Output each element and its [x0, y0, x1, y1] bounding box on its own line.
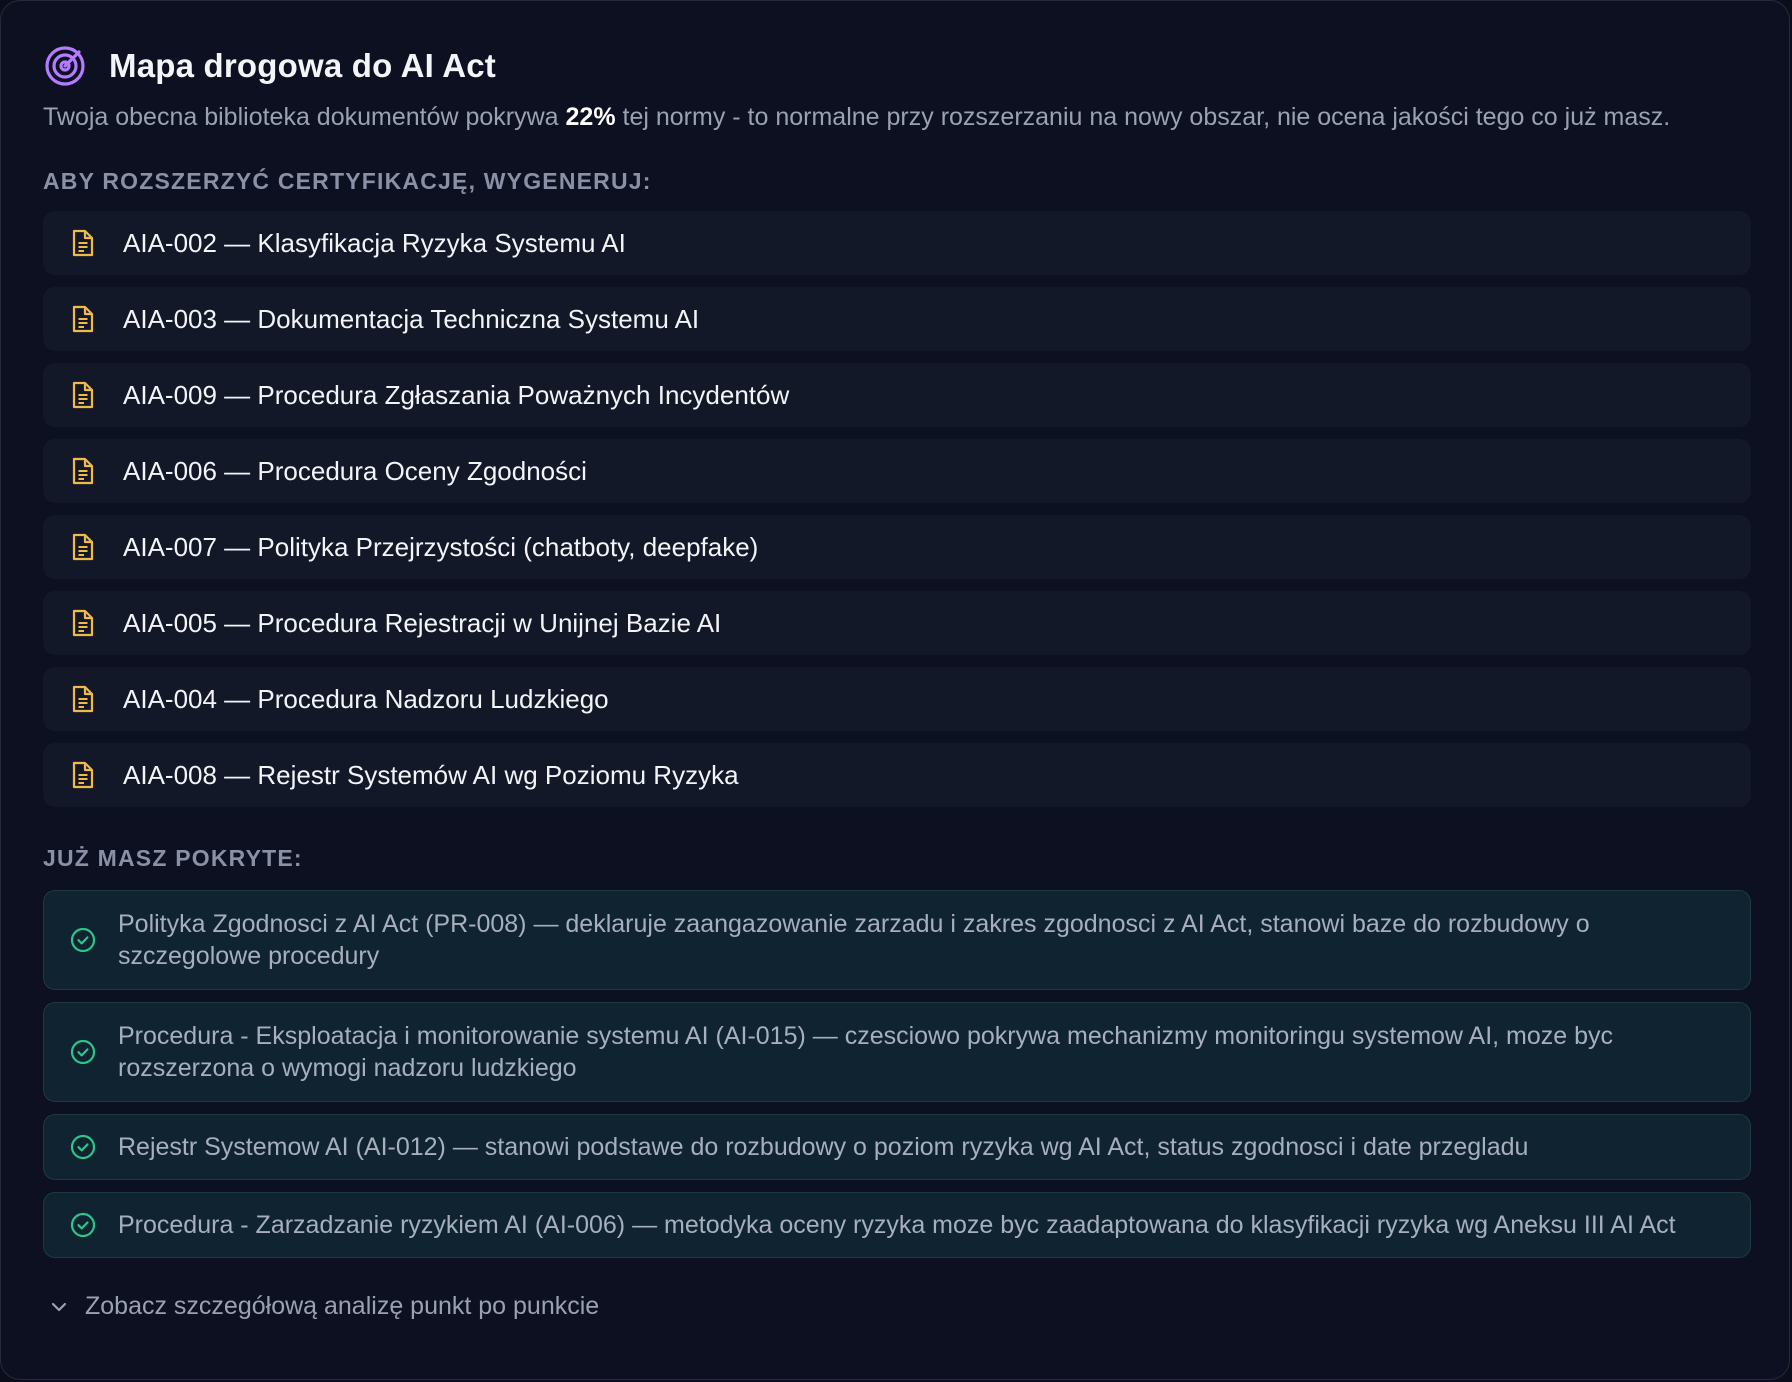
coverage-summary: Twoja obecna biblioteka dokumentów pokry…: [43, 103, 1747, 132]
list-item[interactable]: AIA-007 — Polityka Przejrzystości (chatb…: [43, 515, 1751, 579]
list-item-label: Rejestr Systemow AI (AI-012) — stanowi p…: [118, 1133, 1529, 1161]
todo-section-label: ABY ROZSZERZYĆ CERTYFIKACJĘ, WYGENERUJ:: [43, 168, 652, 194]
covered-list: Polityka Zgodnosci z AI Act (PR-008) — d…: [43, 890, 1751, 1258]
list-item-label: Procedura - Zarzadzanie ryzykiem AI (AI-…: [118, 1211, 1676, 1239]
list-item-label: AIA-003 — Dokumentacja Techniczna System…: [123, 303, 700, 334]
list-item: Procedura - Zarzadzanie ryzykiem AI (AI-…: [43, 1192, 1751, 1258]
expand-details-label: Zobacz szczegółową analizę punkt po punk…: [85, 1292, 600, 1320]
list-item[interactable]: AIA-002 — Klasyfikacja Ryzyka Systemu AI: [43, 211, 1751, 275]
document-icon: [67, 303, 99, 335]
list-item[interactable]: AIA-008 — Rejestr Systemów AI wg Poziomu…: [43, 743, 1751, 807]
list-item-label: AIA-004 — Procedura Nadzoru Ludzkiego: [123, 683, 609, 714]
list-item-label: AIA-005 — Procedura Rejestracji w Unijne…: [123, 607, 722, 638]
list-item: Polityka Zgodnosci z AI Act (PR-008) — d…: [43, 890, 1751, 990]
list-item-label: AIA-006 — Procedura Oceny Zgodności: [123, 455, 587, 486]
coverage-percent: 22%: [565, 103, 616, 131]
page-title: Mapa drogowa do AI Act: [109, 47, 496, 84]
radar-target-icon: [43, 44, 87, 88]
document-icon: [67, 531, 99, 563]
document-icon: [67, 759, 99, 791]
list-item[interactable]: AIA-009 — Procedura Zgłaszania Poważnych…: [43, 363, 1751, 427]
document-icon: [67, 379, 99, 411]
document-icon: [67, 227, 99, 259]
card-header: Mapa drogowa do AI Act: [43, 43, 1747, 89]
document-icon: [67, 455, 99, 487]
document-icon: [67, 683, 99, 715]
list-item[interactable]: AIA-004 — Procedura Nadzoru Ludzkiego: [43, 667, 1751, 731]
coverage-summary-before: Twoja obecna biblioteka dokumentów pokry…: [43, 103, 566, 131]
check-circle-icon: [68, 925, 98, 955]
expand-details-toggle[interactable]: Zobacz szczegółową analizę punkt po punk…: [43, 1292, 599, 1321]
list-item[interactable]: AIA-005 — Procedura Rejestracji w Unijne…: [43, 591, 1751, 655]
list-item-label: AIA-008 — Rejestr Systemów AI wg Poziomu…: [123, 759, 739, 790]
list-item-label: AIA-009 — Procedura Zgłaszania Poważnych…: [123, 379, 790, 410]
coverage-summary-after: tej normy - to normalne przy rozszerzani…: [615, 103, 1671, 131]
list-item-label: AIA-007 — Polityka Przejrzystości (chatb…: [123, 531, 759, 562]
list-item[interactable]: AIA-006 — Procedura Oceny Zgodności: [43, 439, 1751, 503]
list-item-label: Procedura - Eksploatacja i monitorowanie…: [118, 1022, 1614, 1082]
todo-list: AIA-002 — Klasyfikacja Ryzyka Systemu AI…: [43, 211, 1751, 807]
chevron-down-icon: [47, 1295, 71, 1319]
check-circle-icon: [68, 1132, 98, 1162]
roadmap-card: Mapa drogowa do AI Act Twoja obecna bibl…: [0, 0, 1790, 1380]
list-item: Rejestr Systemow AI (AI-012) — stanowi p…: [43, 1114, 1751, 1180]
list-item: Procedura - Eksploatacja i monitorowanie…: [43, 1002, 1751, 1102]
covered-section-label: JUŻ MASZ POKRYTE:: [43, 845, 303, 871]
check-circle-icon: [68, 1037, 98, 1067]
check-circle-icon: [68, 1210, 98, 1240]
list-item[interactable]: AIA-003 — Dokumentacja Techniczna System…: [43, 287, 1751, 351]
document-icon: [67, 607, 99, 639]
list-item-label: AIA-002 — Klasyfikacja Ryzyka Systemu AI: [123, 227, 626, 258]
list-item-label: Polityka Zgodnosci z AI Act (PR-008) — d…: [118, 910, 1590, 970]
